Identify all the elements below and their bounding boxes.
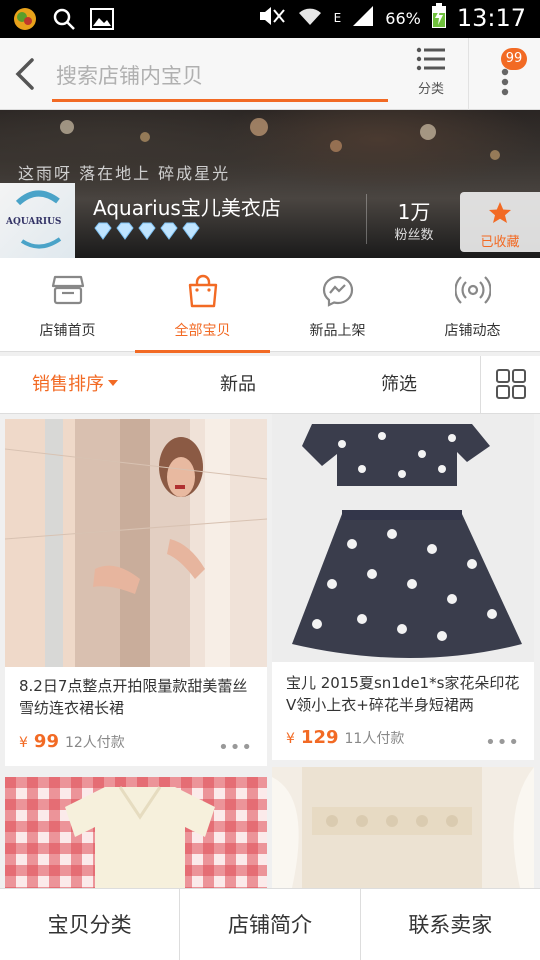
store-nav-tabs: 店铺首页 全部宝贝 新品上架 店铺动态 [0, 258, 540, 353]
product-image [5, 777, 267, 888]
list-icon [416, 47, 445, 71]
tab-store-home[interactable]: 店铺首页 [0, 258, 135, 352]
bokeh-light [60, 120, 74, 134]
star-icon [489, 202, 511, 223]
diamond-icon [116, 222, 134, 240]
search-header: 分类 99 [0, 38, 540, 110]
search-icon [52, 7, 76, 35]
chevron-left-icon [15, 58, 34, 90]
store-name: Aquarius宝儿美衣店 [93, 196, 281, 220]
tab-store-updates[interactable]: 店铺动态 [405, 258, 540, 352]
product-card[interactable]: 宝儿 2015夏sn1de1*s家花朵印花V领小上衣+碎花半身短裙两 ¥129 1… [272, 414, 534, 760]
product-title: 8.2日7点整点开拍限量款甜美蕾丝雪纺连衣裙长裙 [19, 677, 248, 717]
price-value: 99 [33, 731, 59, 752]
more-options-icon[interactable]: ••• [218, 737, 253, 758]
favorite-button[interactable]: 已收藏 [460, 192, 540, 252]
messenger-icon [321, 274, 355, 312]
logo-text: AQUARIUS [6, 217, 62, 227]
product-price: ¥129 11人付款 [286, 727, 404, 748]
more-vertical-icon [501, 68, 509, 96]
banner-slogan: 这雨呀 落在地上 碎成星光 [18, 164, 231, 183]
currency-symbol: ¥ [19, 735, 28, 751]
caret-down-icon [108, 380, 118, 386]
product-price: ¥99 12人付款 [19, 731, 125, 752]
store-logo[interactable]: AQUARIUS [0, 183, 75, 258]
store-intro-button[interactable]: 店铺简介 [180, 889, 361, 960]
network-type: E [333, 11, 342, 25]
divider [366, 194, 367, 244]
bokeh-light [140, 132, 150, 142]
sort-new-button[interactable]: 新品 [220, 356, 256, 414]
product-image [272, 414, 534, 662]
product-image [5, 419, 267, 667]
status-bar: E 66% 13:17 [0, 0, 540, 38]
diamond-icon [138, 222, 156, 240]
product-card[interactable] [5, 777, 267, 888]
contact-seller-button[interactable]: 联系卖家 [361, 889, 540, 960]
more-menu-button[interactable]: 99 [468, 38, 540, 110]
product-image [272, 767, 534, 888]
tab-all-items[interactable]: 全部宝贝 [135, 258, 270, 353]
grid-view-icon [496, 369, 526, 399]
tab-new-arrivals[interactable]: 新品上架 [270, 258, 405, 352]
product-title: 宝儿 2015夏sn1de1*s家花朵印花V领小上衣+碎花半身短裙两 [286, 674, 520, 714]
bokeh-light [250, 118, 268, 136]
store-banner: 这雨呀 落在地上 碎成星光 AQUARIUS Aquarius宝儿美衣店 1万 … [0, 110, 540, 258]
favorite-label: 已收藏 [480, 235, 520, 250]
notification-badge: 99 [501, 48, 527, 70]
category-button[interactable]: 分类 [404, 46, 458, 106]
search-input[interactable] [52, 56, 388, 96]
tab-label: 全部宝贝 [174, 323, 231, 339]
store-rating [93, 222, 201, 240]
diamond-icon [160, 222, 178, 240]
image-icon [90, 8, 114, 34]
bokeh-light [330, 140, 342, 152]
filter-button[interactable]: 筛选 [381, 356, 417, 414]
signal-icon [351, 5, 375, 31]
product-card[interactable]: 8.2日7点整点开拍限量款甜美蕾丝雪纺连衣裙长裙 ¥99 12人付款 ••• [5, 419, 267, 766]
bokeh-light [420, 124, 436, 140]
app-notification-icon [12, 6, 38, 36]
diamond-icon [94, 222, 112, 240]
store-icon [51, 274, 85, 310]
clock: 13:17 [456, 4, 526, 32]
fans-label: 粉丝数 [394, 228, 434, 243]
bottom-action-bar: 宝贝分类 店铺简介 联系卖家 [0, 888, 540, 960]
fans-count: 1万 [397, 200, 431, 224]
back-button[interactable] [10, 54, 40, 94]
broadcast-icon [453, 274, 492, 310]
item-categories-button[interactable]: 宝贝分类 [0, 889, 181, 960]
tab-label: 店铺首页 [39, 323, 96, 339]
grid-view-toggle[interactable] [480, 356, 540, 414]
wifi-icon [296, 5, 324, 31]
shopping-bag-icon [187, 274, 219, 312]
sort-sales-label: 销售排序 [32, 374, 104, 395]
sold-count: 12人付款 [64, 735, 125, 751]
tab-label: 店铺动态 [444, 323, 501, 339]
price-value: 129 [300, 727, 339, 748]
sold-count: 11人付款 [344, 731, 405, 747]
mute-icon [258, 5, 286, 31]
currency-symbol: ¥ [286, 731, 295, 747]
tab-label: 新品上架 [309, 323, 366, 339]
diamond-icon [182, 222, 200, 240]
category-label: 分类 [417, 82, 444, 97]
search-field[interactable] [52, 56, 388, 102]
sort-bar: 销售排序 新品 筛选 [0, 356, 540, 414]
battery-percent: 66% [385, 8, 421, 28]
battery-charging-icon [431, 3, 447, 33]
product-card[interactable] [272, 767, 534, 888]
more-options-icon[interactable]: ••• [485, 732, 520, 753]
bokeh-light [490, 150, 500, 160]
sort-sales-button[interactable]: 销售排序 [32, 356, 118, 414]
